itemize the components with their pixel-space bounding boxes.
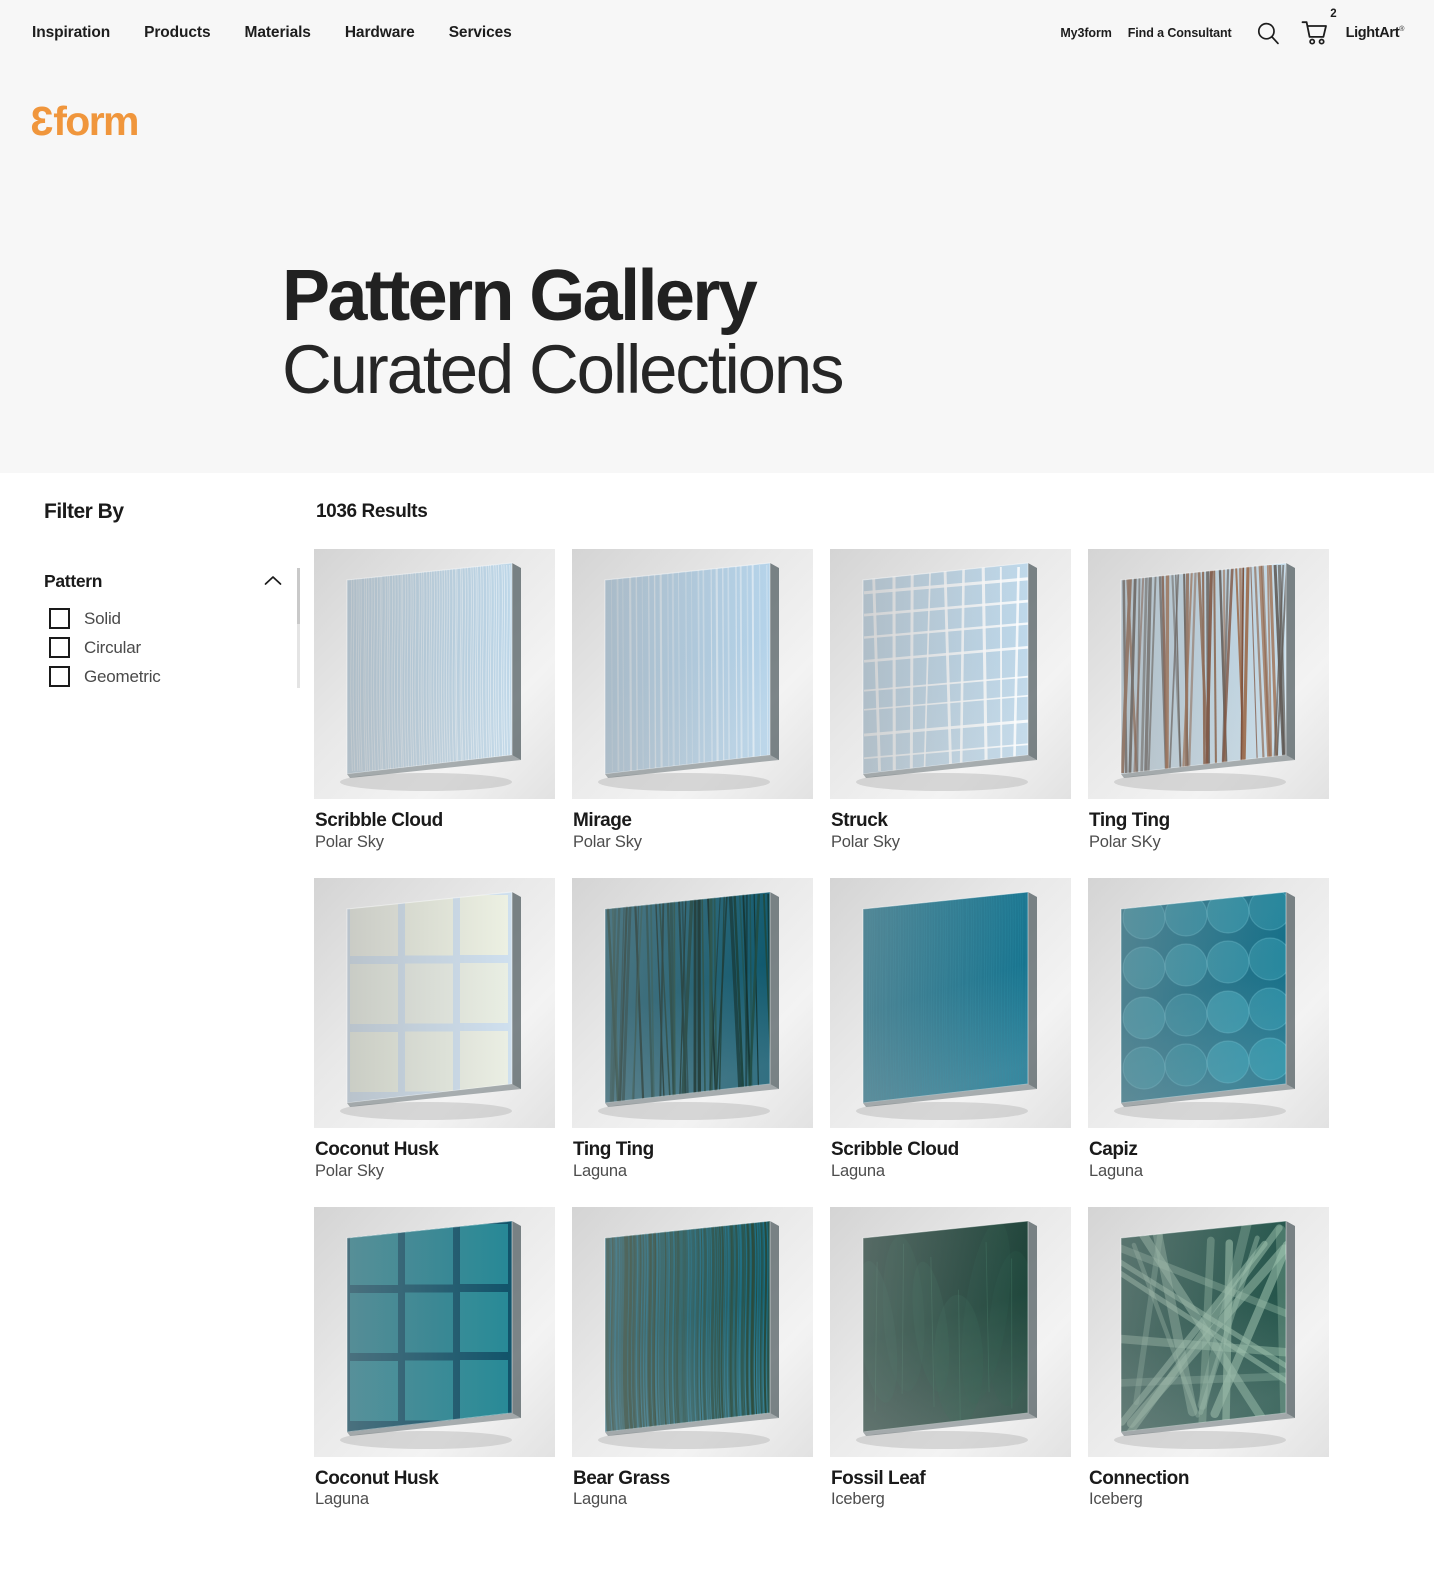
product-colorway: Polar Sky xyxy=(315,1161,384,1180)
nav-item-inspiration[interactable]: Inspiration xyxy=(32,25,110,41)
product-card[interactable]: Ting Ting Laguna xyxy=(572,877,813,1181)
hero-titles: Pattern Gallery Curated Collections xyxy=(282,256,845,409)
product-thumbnail[interactable] xyxy=(314,1206,555,1457)
filter-scroll-region: Pattern Solid Circular Geometric xyxy=(30,568,300,688)
nav-item-services[interactable]: Services xyxy=(449,25,512,41)
product-card[interactable]: Coconut Husk Polar Sky xyxy=(314,877,555,1181)
product-card[interactable]: Struck Polar Sky xyxy=(830,549,1071,852)
filter-option-circular[interactable]: Circular xyxy=(49,637,286,658)
product-card[interactable]: Mirage Polar Sky xyxy=(572,549,813,852)
page-title: Pattern Gallery xyxy=(282,256,758,336)
product-colorway: Laguna xyxy=(573,1161,627,1180)
product-name: Capiz xyxy=(1089,1138,1138,1160)
product-thumbnail[interactable] xyxy=(572,1206,813,1457)
product-card[interactable]: Connection Iceberg xyxy=(1088,1206,1329,1510)
registered-mark: ® xyxy=(1399,26,1404,34)
content-area: Filter By Pattern Solid Circular Geometr… xyxy=(0,473,1434,1510)
my3form-link[interactable]: My3form xyxy=(1060,26,1112,40)
cart-count-badge: 2 xyxy=(1330,8,1337,20)
product-thumbnail[interactable] xyxy=(1088,877,1329,1128)
product-thumbnail[interactable] xyxy=(830,549,1071,799)
product-name: Ting Ting xyxy=(573,1138,654,1160)
product-colorway: Laguna xyxy=(831,1161,885,1180)
find-a-consultant-link[interactable]: Find a Consultant xyxy=(1128,26,1232,40)
product-card[interactable]: Scribble Cloud Polar Sky xyxy=(314,549,555,852)
utility-nav: My3form Find a Consultant 2 LightArt® xyxy=(1060,8,1405,47)
product-thumbnail[interactable] xyxy=(572,877,813,1128)
nav-item-products[interactable]: Products xyxy=(144,25,210,41)
top-navigation-bar: Inspiration Products Materials Hardware … xyxy=(0,0,1434,66)
lightart-label: LightArt xyxy=(1345,25,1400,41)
product-colorway: Polar SKy xyxy=(1089,832,1161,851)
product-colorway: Iceberg xyxy=(1089,1490,1143,1509)
product-card[interactable]: Ting Ting Polar SKy xyxy=(1088,549,1329,852)
filter-option-label: Geometric xyxy=(84,666,161,686)
product-colorway: Iceberg xyxy=(831,1490,885,1509)
checkbox-circular[interactable] xyxy=(49,637,70,658)
filter-group-pattern-header[interactable]: Pattern xyxy=(44,568,286,594)
product-thumbnail[interactable] xyxy=(830,1206,1071,1457)
product-thumbnail[interactable] xyxy=(572,549,813,799)
chevron-up-icon[interactable] xyxy=(260,568,286,594)
results-panel: 1036 Results Scribble Cloud Polar Sky Mi… xyxy=(300,473,1404,1509)
product-name: Coconut Husk xyxy=(315,1138,439,1160)
product-colorway: Polar Sky xyxy=(831,832,900,851)
filter-group-label: Pattern xyxy=(44,570,103,591)
product-colorway: Polar Sky xyxy=(315,832,384,851)
hero-section: 3form Pattern Gallery Curated Collection… xyxy=(0,66,1434,473)
filter-option-label: Solid xyxy=(84,608,121,628)
primary-nav: Inspiration Products Materials Hardware … xyxy=(32,25,512,41)
cart-icon[interactable]: 2 xyxy=(1300,8,1337,47)
product-thumbnail[interactable] xyxy=(314,877,555,1128)
checkbox-geometric[interactable] xyxy=(49,666,70,687)
page-subtitle: Curated Collections xyxy=(282,331,845,409)
product-name: Scribble Cloud xyxy=(831,1138,959,1160)
product-name: Bear Grass xyxy=(573,1467,670,1489)
product-card[interactable]: Bear Grass Laguna xyxy=(572,1206,813,1510)
search-icon[interactable] xyxy=(1254,19,1282,47)
filter-option-label: Circular xyxy=(84,637,141,657)
product-colorway: Laguna xyxy=(1089,1161,1143,1180)
product-grid: Scribble Cloud Polar Sky Mirage Polar Sk… xyxy=(314,549,1404,1509)
product-colorway: Polar Sky xyxy=(573,832,642,851)
checkbox-solid[interactable] xyxy=(49,608,70,629)
product-name: Mirage xyxy=(573,810,632,831)
product-thumbnail[interactable] xyxy=(1088,1206,1329,1457)
logo-text-form: form xyxy=(53,98,139,144)
results-count: 1036 Results xyxy=(316,501,428,522)
product-name: Fossil Leaf xyxy=(831,1467,926,1489)
product-colorway: Laguna xyxy=(573,1490,627,1509)
product-name: Coconut Husk xyxy=(315,1467,439,1489)
filter-scrollbar-thumb[interactable] xyxy=(297,568,300,624)
product-thumbnail[interactable] xyxy=(830,877,1071,1128)
nav-item-materials[interactable]: Materials xyxy=(245,25,311,41)
filter-option-solid[interactable]: Solid xyxy=(49,608,286,629)
logo-glyph-3: 3 xyxy=(32,98,54,144)
product-thumbnail[interactable] xyxy=(314,549,555,799)
product-name: Connection xyxy=(1089,1467,1189,1489)
product-card[interactable]: Fossil Leaf Iceberg xyxy=(830,1206,1071,1510)
filter-by-heading: Filter By xyxy=(44,500,124,523)
filter-sidebar: Filter By Pattern Solid Circular Geometr… xyxy=(30,473,300,1509)
product-name: Struck xyxy=(831,810,888,831)
nav-item-hardware[interactable]: Hardware xyxy=(345,25,415,41)
filter-scrollbar-track[interactable] xyxy=(297,568,300,688)
product-colorway: Laguna xyxy=(315,1490,369,1509)
product-card[interactable]: Scribble Cloud Laguna xyxy=(830,877,1071,1181)
product-card[interactable]: Coconut Husk Laguna xyxy=(314,1206,555,1510)
lightart-brand-link[interactable]: LightArt® xyxy=(1345,25,1405,41)
3form-logo[interactable]: 3form xyxy=(30,66,140,144)
product-card[interactable]: Capiz Laguna xyxy=(1088,877,1329,1181)
product-name: Ting Ting xyxy=(1089,810,1170,831)
filter-option-geometric[interactable]: Geometric xyxy=(49,666,286,687)
product-thumbnail[interactable] xyxy=(1088,549,1329,799)
product-name: Scribble Cloud xyxy=(315,810,443,831)
